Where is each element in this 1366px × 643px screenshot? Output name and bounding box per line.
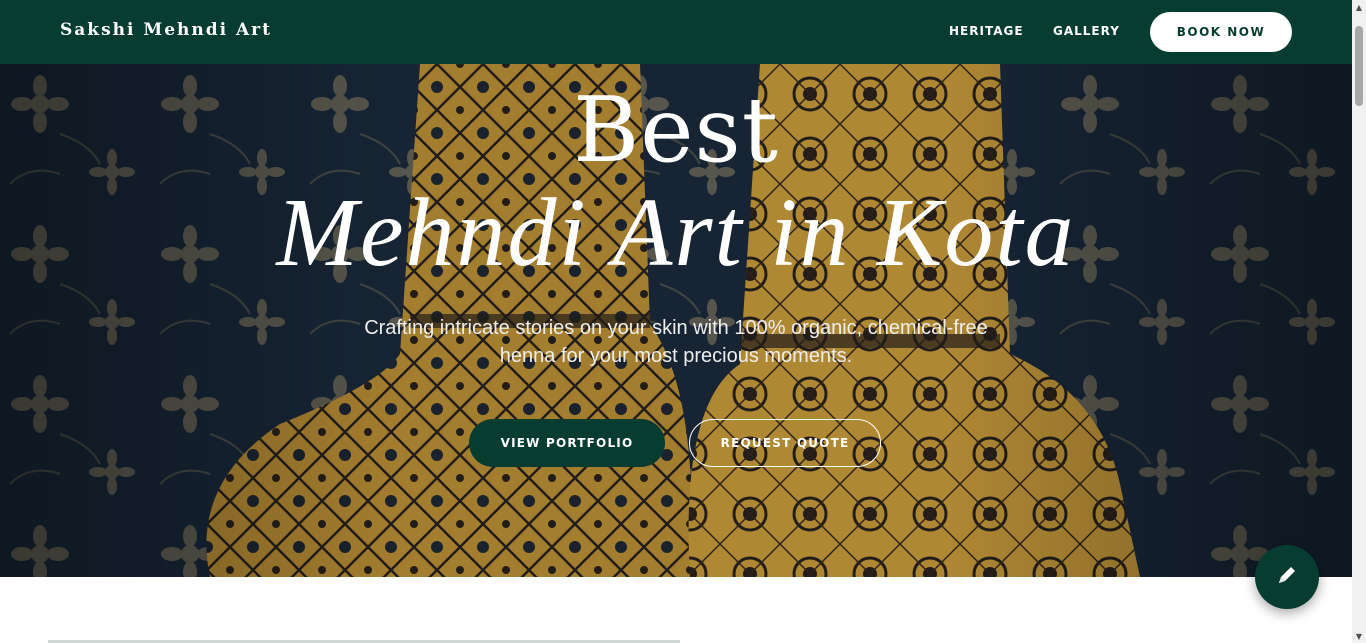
page-scrollbar[interactable]: ▲ ▼ — [1352, 0, 1366, 643]
nav-link-gallery[interactable]: GALLERY — [1053, 24, 1120, 38]
next-section — [0, 577, 1352, 643]
book-now-button[interactable]: BOOK NOW — [1150, 12, 1292, 52]
site-header: Sakshi Mehndi Art HERITAGE GALLERY BOOK … — [0, 0, 1352, 64]
scroll-down-arrow-icon[interactable]: ▼ — [1352, 629, 1366, 643]
hero-section: Best Mehndi Art in Kota Crafting intrica… — [0, 64, 1352, 577]
nav-link-heritage[interactable]: HERITAGE — [949, 24, 1024, 38]
edit-fab-button[interactable] — [1255, 545, 1319, 609]
hero-title-best: Best — [573, 78, 779, 183]
request-quote-button[interactable]: REQUEST QUOTE — [689, 419, 881, 467]
view-portfolio-button[interactable]: VIEW PORTFOLIO — [469, 419, 665, 467]
scrollbar-thumb[interactable] — [1355, 26, 1363, 106]
hero-title-mehndi-art: Mehndi Art in Kota — [276, 179, 1076, 287]
brand-logo[interactable]: Sakshi Mehndi Art — [60, 20, 272, 40]
scroll-up-arrow-icon[interactable]: ▲ — [1352, 0, 1366, 14]
pencil-icon — [1275, 563, 1299, 591]
page: Best Mehndi Art in Kota Crafting intrica… — [0, 0, 1366, 643]
hero-subtitle: Crafting intricate stories on your skin … — [364, 317, 988, 367]
